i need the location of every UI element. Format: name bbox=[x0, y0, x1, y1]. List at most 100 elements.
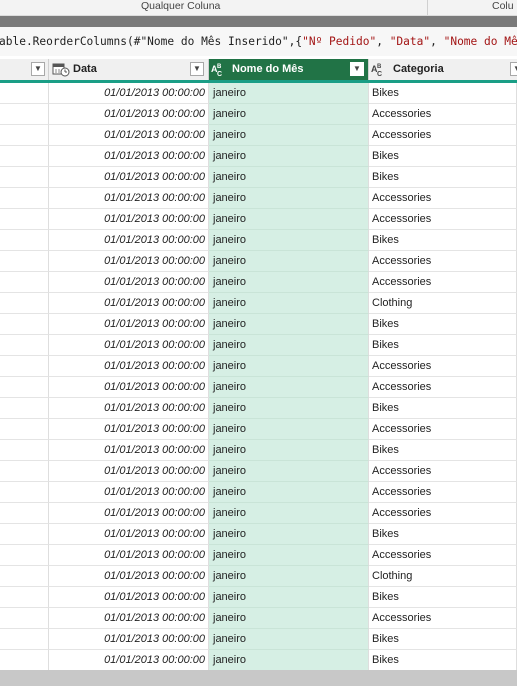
table-row[interactable]: 01/01/2013 00:00:00 janeiro Accessories bbox=[0, 377, 517, 398]
cell-nome-do-mes[interactable]: janeiro bbox=[209, 293, 369, 314]
cell-nome-do-mes[interactable]: janeiro bbox=[209, 314, 369, 335]
cell-pedido[interactable] bbox=[0, 335, 49, 356]
cell-pedido[interactable] bbox=[0, 272, 49, 293]
abc-text-type-icon[interactable]: A B C bbox=[211, 62, 229, 77]
cell-categoria[interactable]: Bikes bbox=[369, 650, 517, 671]
cell-nome-do-mes[interactable]: janeiro bbox=[209, 146, 369, 167]
cell-categoria[interactable]: Accessories bbox=[369, 272, 517, 293]
abc-text-type-icon[interactable]: A B C bbox=[371, 62, 389, 77]
table-row[interactable]: 01/01/2013 00:00:00 janeiro Bikes bbox=[0, 629, 517, 650]
table-row[interactable]: 01/01/2013 00:00:00 janeiro Accessories bbox=[0, 503, 517, 524]
cell-data[interactable]: 01/01/2013 00:00:00 bbox=[49, 125, 209, 146]
cell-nome-do-mes[interactable]: janeiro bbox=[209, 566, 369, 587]
cell-pedido[interactable] bbox=[0, 209, 49, 230]
cell-categoria[interactable]: Bikes bbox=[369, 524, 517, 545]
cell-categoria[interactable]: Accessories bbox=[369, 461, 517, 482]
cell-pedido[interactable] bbox=[0, 461, 49, 482]
table-row[interactable]: 01/01/2013 00:00:00 janeiro Accessories bbox=[0, 104, 517, 125]
table-row[interactable]: 01/01/2013 00:00:00 janeiro Bikes bbox=[0, 167, 517, 188]
cell-data[interactable]: 01/01/2013 00:00:00 bbox=[49, 587, 209, 608]
cell-categoria[interactable]: Accessories bbox=[369, 251, 517, 272]
column-header-nome-do-mes[interactable]: A B C Nome do Mês ▼ bbox=[209, 59, 369, 80]
cell-categoria[interactable]: Accessories bbox=[369, 104, 517, 125]
table-row[interactable]: 01/01/2013 00:00:00 janeiro Accessories bbox=[0, 209, 517, 230]
cell-categoria[interactable]: Bikes bbox=[369, 314, 517, 335]
column-header-categoria[interactable]: A B C Categoria ▼ bbox=[369, 59, 517, 80]
cell-data[interactable]: 01/01/2013 00:00:00 bbox=[49, 566, 209, 587]
cell-pedido[interactable] bbox=[0, 293, 49, 314]
table-row[interactable]: 01/01/2013 00:00:00 janeiro Accessories bbox=[0, 608, 517, 629]
cell-categoria[interactable]: Accessories bbox=[369, 545, 517, 566]
column-header-pedido[interactable]: ▼ bbox=[0, 59, 49, 80]
cell-data[interactable]: 01/01/2013 00:00:00 bbox=[49, 608, 209, 629]
cell-categoria[interactable]: Bikes bbox=[369, 587, 517, 608]
cell-data[interactable]: 01/01/2013 00:00:00 bbox=[49, 356, 209, 377]
column-filter-dropdown-icon[interactable]: ▼ bbox=[350, 62, 364, 76]
cell-pedido[interactable] bbox=[0, 146, 49, 167]
cell-pedido[interactable] bbox=[0, 167, 49, 188]
cell-pedido[interactable] bbox=[0, 608, 49, 629]
cell-pedido[interactable] bbox=[0, 251, 49, 272]
cell-categoria[interactable]: Accessories bbox=[369, 503, 517, 524]
cell-pedido[interactable] bbox=[0, 503, 49, 524]
cell-data[interactable]: 01/01/2013 00:00:00 bbox=[49, 335, 209, 356]
cell-nome-do-mes[interactable]: janeiro bbox=[209, 167, 369, 188]
table-row[interactable]: 01/01/2013 00:00:00 janeiro Bikes bbox=[0, 335, 517, 356]
cell-data[interactable]: 01/01/2013 00:00:00 bbox=[49, 272, 209, 293]
table-row[interactable]: 01/01/2013 00:00:00 janeiro Accessories bbox=[0, 419, 517, 440]
cell-pedido[interactable] bbox=[0, 356, 49, 377]
cell-pedido[interactable] bbox=[0, 545, 49, 566]
cell-nome-do-mes[interactable]: janeiro bbox=[209, 356, 369, 377]
cell-nome-do-mes[interactable]: janeiro bbox=[209, 272, 369, 293]
column-filter-dropdown-icon[interactable]: ▼ bbox=[31, 62, 45, 76]
cell-pedido[interactable] bbox=[0, 419, 49, 440]
cell-categoria[interactable]: Bikes bbox=[369, 167, 517, 188]
cell-categoria[interactable]: Bikes bbox=[369, 440, 517, 461]
cell-categoria[interactable]: Accessories bbox=[369, 419, 517, 440]
cell-nome-do-mes[interactable]: janeiro bbox=[209, 629, 369, 650]
cell-pedido[interactable] bbox=[0, 314, 49, 335]
cell-nome-do-mes[interactable]: janeiro bbox=[209, 209, 369, 230]
cell-data[interactable]: 01/01/2013 00:00:00 bbox=[49, 503, 209, 524]
cell-nome-do-mes[interactable]: janeiro bbox=[209, 419, 369, 440]
cell-nome-do-mes[interactable]: janeiro bbox=[209, 335, 369, 356]
cell-data[interactable]: 01/01/2013 00:00:00 bbox=[49, 545, 209, 566]
cell-pedido[interactable] bbox=[0, 524, 49, 545]
calendar-clock-icon[interactable] bbox=[52, 62, 70, 77]
cell-data[interactable]: 01/01/2013 00:00:00 bbox=[49, 83, 209, 104]
cell-nome-do-mes[interactable]: janeiro bbox=[209, 230, 369, 251]
cell-data[interactable]: 01/01/2013 00:00:00 bbox=[49, 650, 209, 671]
cell-pedido[interactable] bbox=[0, 482, 49, 503]
table-row[interactable]: 01/01/2013 00:00:00 janeiro Accessories bbox=[0, 356, 517, 377]
formula-bar[interactable]: able.ReorderColumns(#"Nome do Mês Inseri… bbox=[0, 27, 517, 57]
table-row[interactable]: 01/01/2013 00:00:00 janeiro Accessories bbox=[0, 251, 517, 272]
cell-nome-do-mes[interactable]: janeiro bbox=[209, 587, 369, 608]
cell-categoria[interactable]: Accessories bbox=[369, 188, 517, 209]
cell-categoria[interactable]: Accessories bbox=[369, 209, 517, 230]
horizontal-scrollbar[interactable] bbox=[0, 670, 517, 686]
cell-nome-do-mes[interactable]: janeiro bbox=[209, 398, 369, 419]
table-row[interactable]: 01/01/2013 00:00:00 janeiro Bikes bbox=[0, 83, 517, 104]
cell-data[interactable]: 01/01/2013 00:00:00 bbox=[49, 482, 209, 503]
table-row[interactable]: 01/01/2013 00:00:00 janeiro Accessories bbox=[0, 125, 517, 146]
cell-data[interactable]: 01/01/2013 00:00:00 bbox=[49, 524, 209, 545]
table-row[interactable]: 01/01/2013 00:00:00 janeiro Bikes bbox=[0, 146, 517, 167]
table-row[interactable]: 01/01/2013 00:00:00 janeiro Clothing bbox=[0, 293, 517, 314]
cell-categoria[interactable]: Accessories bbox=[369, 482, 517, 503]
cell-data[interactable]: 01/01/2013 00:00:00 bbox=[49, 293, 209, 314]
cell-pedido[interactable] bbox=[0, 650, 49, 671]
table-row[interactable]: 01/01/2013 00:00:00 janeiro Bikes bbox=[0, 230, 517, 251]
cell-data[interactable]: 01/01/2013 00:00:00 bbox=[49, 440, 209, 461]
cell-categoria[interactable]: Clothing bbox=[369, 566, 517, 587]
cell-categoria[interactable]: Accessories bbox=[369, 377, 517, 398]
cell-nome-do-mes[interactable]: janeiro bbox=[209, 608, 369, 629]
cell-data[interactable]: 01/01/2013 00:00:00 bbox=[49, 314, 209, 335]
cell-nome-do-mes[interactable]: janeiro bbox=[209, 503, 369, 524]
cell-data[interactable]: 01/01/2013 00:00:00 bbox=[49, 146, 209, 167]
table-row[interactable]: 01/01/2013 00:00:00 janeiro Accessories bbox=[0, 461, 517, 482]
cell-categoria[interactable]: Accessories bbox=[369, 356, 517, 377]
cell-nome-do-mes[interactable]: janeiro bbox=[209, 524, 369, 545]
cell-pedido[interactable] bbox=[0, 83, 49, 104]
table-row[interactable]: 01/01/2013 00:00:00 janeiro Clothing bbox=[0, 566, 517, 587]
cell-data[interactable]: 01/01/2013 00:00:00 bbox=[49, 251, 209, 272]
